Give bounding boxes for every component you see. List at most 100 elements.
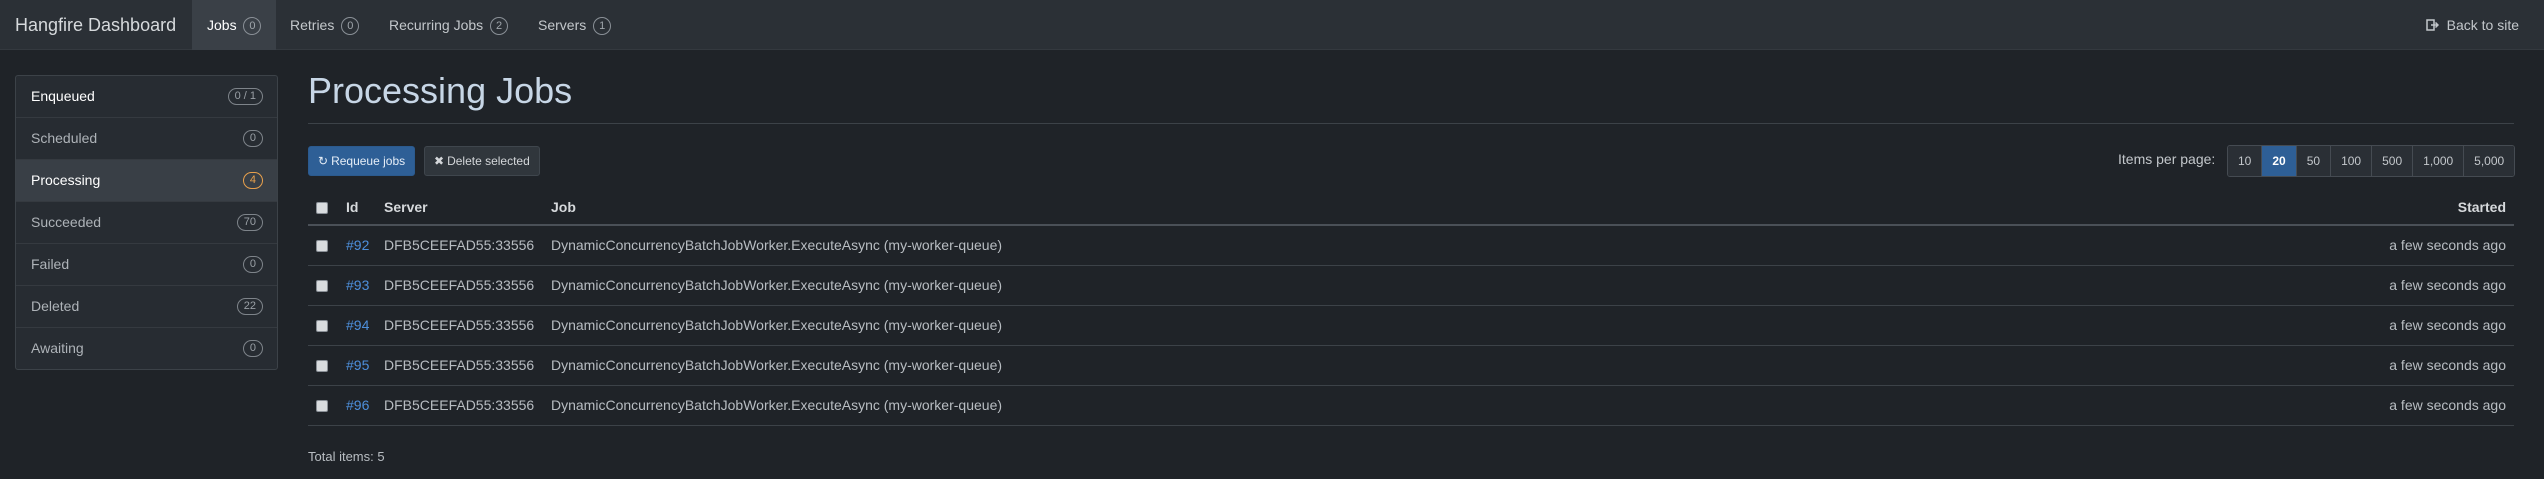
sign-out-icon [2426,18,2443,33]
table-header-row: Id Server Job Started [308,190,2514,226]
job-started: a few seconds ago [2389,277,2506,293]
top-navbar: Hangfire Dashboard Jobs 0 Retries 0 Recu… [0,0,2544,50]
job-name: DynamicConcurrencyBatchJobWorker.Execute… [551,317,1003,333]
sidebar-item-label: Succeeded [31,214,102,230]
column-header-started: Started [2457,199,2506,215]
back-to-site-link[interactable]: Back to site [2426,0,2519,50]
total-items: Total items: 5 [308,449,385,464]
sidebar-item-label: Scheduled [31,130,98,146]
page-size-option[interactable]: 1,000 [2413,146,2465,176]
table-row: #96 DFB5CEEFAD55:33556 DynamicConcurrenc… [308,386,2514,426]
table-row: #93 DFB5CEEFAD55:33556 DynamicConcurrenc… [308,266,2514,306]
job-started: a few seconds ago [2389,237,2506,253]
row-checkbox-cell [316,226,328,265]
sidebar-item-label: Failed [31,256,70,272]
page-size-option[interactable]: 5,000 [2464,146,2515,176]
sidebar-item-label: Awaiting [31,340,84,356]
job-id-link[interactable]: #95 [346,346,369,385]
page-size-option[interactable]: 100 [2331,146,2373,176]
page-size-option[interactable]: 50 [2296,146,2332,176]
row-checkbox[interactable] [316,280,328,293]
nav-recurring-jobs[interactable]: Recurring Jobs 2 [374,0,523,50]
sidebar-item-succeeded[interactable]: Succeeded 70 [16,202,277,244]
sidebar-item-badge: 22 [236,298,263,315]
requeue-jobs-button[interactable]: ↻ Requeue jobs [308,146,416,176]
job-name: DynamicConcurrencyBatchJobWorker.Execute… [551,277,1003,293]
sidebar-item-label: Deleted [31,298,80,314]
back-to-site-label: Back to site [2446,17,2519,33]
row-checkbox-cell [316,266,328,305]
brand-title[interactable]: Hangfire Dashboard [15,0,176,50]
job-state-sidebar: Enqueued 0 / 1 Scheduled 0 Processing 4 … [15,75,278,370]
nav-retries-label: Retries [290,17,335,33]
sidebar-item-badge: 0 [242,340,263,357]
job-started: a few seconds ago [2389,397,2506,413]
sidebar-item-badge: 4 [242,172,263,189]
nav-recurring-jobs-label: Recurring Jobs [389,17,484,33]
job-server: DFB5CEEFAD55:33556 [384,277,535,293]
select-all-checkbox-cell [316,190,328,224]
job-server: DFB5CEEFAD55:33556 [384,237,535,253]
job-name: DynamicConcurrencyBatchJobWorker.Execute… [551,397,1003,413]
table-row: #94 DFB5CEEFAD55:33556 DynamicConcurrenc… [308,306,2514,346]
sidebar-item-enqueued[interactable]: Enqueued 0 / 1 [16,76,277,118]
select-all-checkbox[interactable] [316,202,328,215]
page-size-option[interactable]: 500 [2372,146,2414,176]
sidebar-item-processing[interactable]: Processing 4 [16,160,277,202]
nav-jobs-label: Jobs [207,17,237,33]
job-server: DFB5CEEFAD55:33556 [384,317,535,333]
row-checkbox[interactable] [316,240,328,253]
nav-servers[interactable]: Servers 1 [523,0,626,50]
sidebar-item-awaiting[interactable]: Awaiting 0 [16,328,277,369]
table-row: #92 DFB5CEEFAD55:33556 DynamicConcurrenc… [308,226,2514,266]
nav-retries[interactable]: Retries 0 [275,0,374,50]
sidebar-item-badge: 70 [236,214,263,231]
row-checkbox-cell [316,386,328,425]
job-started: a few seconds ago [2389,357,2506,373]
job-id-link[interactable]: #94 [346,306,369,345]
requeue-jobs-label: Requeue jobs [331,154,406,168]
nav-jobs[interactable]: Jobs 0 [192,0,277,50]
jobs-table: Id Server Job Started #92 DFB5CEEFAD55:3… [308,190,2514,426]
job-id-link[interactable]: #96 [346,386,369,425]
sidebar-item-scheduled[interactable]: Scheduled 0 [16,118,277,160]
job-id-link[interactable]: #92 [346,226,369,265]
sidebar-item-label: Processing [31,172,101,188]
sidebar-item-deleted[interactable]: Deleted 22 [16,286,277,328]
table-row: #95 DFB5CEEFAD55:33556 DynamicConcurrenc… [308,346,2514,386]
job-name: DynamicConcurrencyBatchJobWorker.Execute… [551,237,1003,253]
page-title: Processing Jobs [308,70,573,111]
sidebar-item-badge: 0 [242,130,263,147]
nav-servers-badge: 1 [593,17,612,35]
page-size-option-selected[interactable]: 20 [2262,146,2297,176]
row-checkbox[interactable] [316,360,328,373]
nav-jobs-badge: 0 [243,17,262,35]
refresh-icon: ↻ [318,154,329,168]
delete-selected-label: Delete selected [447,154,530,168]
row-checkbox[interactable] [316,400,328,413]
sidebar-item-label: Enqueued [31,88,95,104]
page-size-option[interactable]: 10 [2228,146,2263,176]
times-icon: ✖ [434,154,445,168]
delete-selected-button[interactable]: ✖ Delete selected [424,146,540,176]
job-server: DFB5CEEFAD55:33556 [384,397,535,413]
row-checkbox-cell [316,346,328,385]
row-checkbox[interactable] [316,320,328,333]
nav-recurring-jobs-badge: 2 [490,17,509,35]
job-id-link[interactable]: #93 [346,266,369,305]
sidebar-item-badge: 0 / 1 [227,88,263,105]
sidebar-item-failed[interactable]: Failed 0 [16,244,277,286]
sidebar-item-badge: 0 [242,256,263,273]
column-header-job: Job [551,199,576,215]
nav-servers-label: Servers [538,17,587,33]
row-checkbox-cell [316,306,328,345]
items-per-page-selector: 10 20 50 100 500 1,000 5,000 [2227,145,2516,177]
items-per-page-label: Items per page: [2118,151,2216,167]
job-started: a few seconds ago [2389,317,2506,333]
title-divider [308,123,2514,124]
column-header-server: Server [384,199,428,215]
column-header-id: Id [346,199,359,215]
nav-retries-badge: 0 [341,17,360,35]
job-server: DFB5CEEFAD55:33556 [384,357,535,373]
job-name: DynamicConcurrencyBatchJobWorker.Execute… [551,357,1003,373]
